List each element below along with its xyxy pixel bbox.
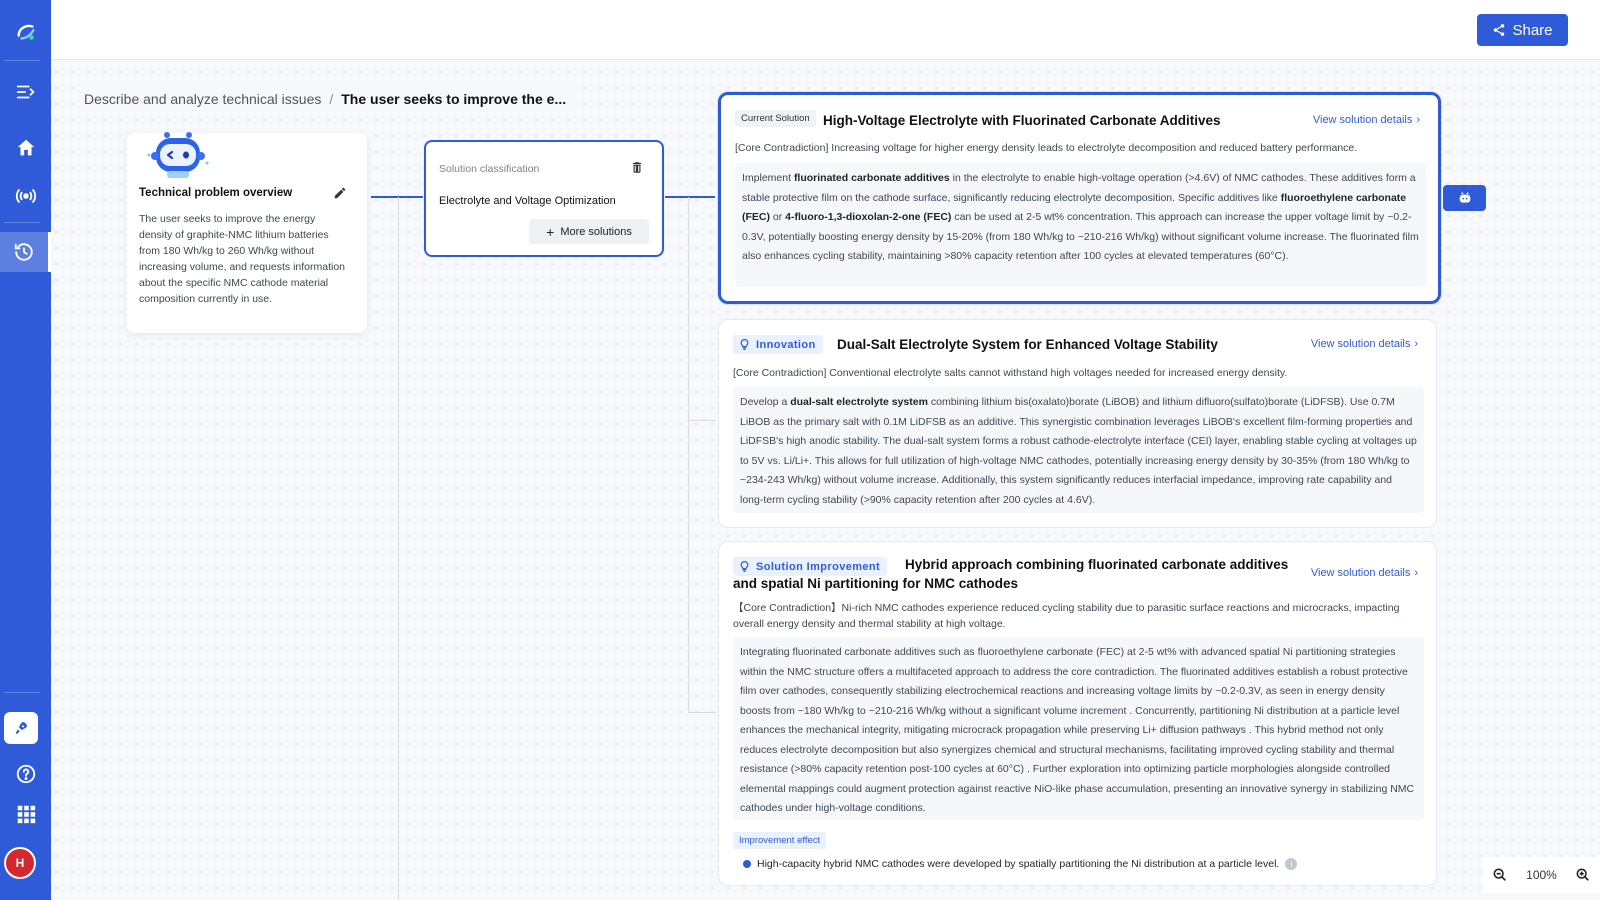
- more-solutions-label: More solutions: [560, 226, 632, 238]
- badge-label: Innovation: [756, 339, 816, 351]
- robot-mascot-icon: [143, 129, 211, 181]
- more-solutions-button[interactable]: + More solutions: [529, 219, 649, 244]
- sidebar-divider: [4, 692, 40, 693]
- share-icon: [1492, 23, 1506, 37]
- chevron-right-icon: ›: [1416, 114, 1420, 126]
- solution-title: Dual-Salt Electrolyte System for Enhance…: [837, 335, 1218, 354]
- ai-assistant-button[interactable]: [1443, 185, 1486, 211]
- tree-line: [398, 197, 399, 900]
- improvement-effect-item: High-capacity hybrid NMC cathodes were d…: [743, 858, 1297, 870]
- apps-grid-icon[interactable]: [0, 794, 51, 834]
- sidebar: H: [0, 0, 51, 900]
- tree-branch: [688, 712, 716, 713]
- view-solution-details-link[interactable]: View solution details ›: [1311, 338, 1418, 350]
- innovation-badge: Innovation: [733, 335, 823, 354]
- reference-icon[interactable]: i: [1285, 858, 1297, 870]
- current-solution-tag: Current Solution: [735, 110, 816, 127]
- zoom-controls: 100%: [1483, 857, 1600, 893]
- collapse-menu-icon[interactable]: [0, 72, 51, 112]
- breadcrumb-current: The user seeks to improve the e...: [341, 91, 566, 107]
- view-details-label: View solution details: [1311, 338, 1410, 350]
- trash-icon[interactable]: [630, 160, 644, 175]
- solution-card-improvement[interactable]: Solution Improvement Hybrid approach com…: [718, 541, 1437, 886]
- core-contradiction: [Core Contradiction] Increasing voltage …: [735, 140, 1425, 156]
- chevron-right-icon: ›: [1414, 567, 1418, 579]
- tree-line: [688, 197, 689, 712]
- view-details-label: View solution details: [1311, 567, 1410, 579]
- plus-icon: +: [546, 227, 554, 237]
- top-bar: Share: [51, 0, 1600, 60]
- classification-label: Solution classification: [439, 163, 539, 175]
- overview-title: Technical problem overview: [139, 187, 292, 199]
- solution-title: Hybrid approach combining fluorinated ca…: [733, 555, 1303, 593]
- broadcast-icon[interactable]: [0, 176, 51, 216]
- connector-line: [371, 196, 423, 198]
- robot-icon: [1457, 190, 1473, 206]
- effect-text: High-capacity hybrid NMC cathodes were d…: [757, 858, 1279, 870]
- home-icon[interactable]: [0, 128, 51, 168]
- solution-title: High-Voltage Electrolyte with Fluorinate…: [823, 111, 1221, 130]
- connector-line: [665, 196, 715, 198]
- breadcrumb-parent[interactable]: Describe and analyze technical issues: [84, 91, 321, 107]
- history-icon[interactable]: [0, 232, 51, 272]
- share-label: Share: [1512, 22, 1552, 39]
- solution-classification-card[interactable]: Solution classification Electrolyte and …: [424, 140, 664, 257]
- view-details-label: View solution details: [1313, 114, 1412, 126]
- user-avatar[interactable]: H: [4, 847, 36, 879]
- bullet-dot: [743, 860, 751, 868]
- sidebar-divider: [4, 60, 40, 61]
- zoom-in-icon[interactable]: [1575, 867, 1591, 883]
- zoom-out-icon[interactable]: [1492, 867, 1508, 883]
- improvement-effect-tag: Improvement effect: [733, 832, 826, 849]
- tree-branch: [688, 420, 716, 421]
- rocket-icon[interactable]: [4, 712, 38, 744]
- classification-value: Electrolyte and Voltage Optimization: [439, 195, 616, 207]
- solution-body: Integrating fluorinated carbonate additi…: [733, 637, 1424, 820]
- chevron-right-icon: ›: [1414, 338, 1418, 350]
- app-logo-icon[interactable]: [0, 12, 51, 52]
- view-solution-details-link[interactable]: View solution details ›: [1313, 114, 1420, 126]
- solution-card-current[interactable]: Current Solution High-Voltage Electrolyt…: [718, 92, 1441, 304]
- solution-card-innovation[interactable]: Innovation Dual-Salt Electrolyte System …: [718, 319, 1437, 528]
- view-solution-details-link[interactable]: View solution details ›: [1311, 567, 1418, 579]
- help-icon[interactable]: [0, 754, 51, 794]
- core-contradiction: 【Core Contradiction】Ni-rich NMC cathodes…: [733, 600, 1413, 632]
- sidebar-divider: [4, 222, 40, 223]
- share-button[interactable]: Share: [1477, 14, 1568, 46]
- overview-description: The user seeks to improve the energy den…: [139, 211, 349, 307]
- solution-body: Implement fluorinated carbonate additive…: [735, 163, 1426, 287]
- zoom-level: 100%: [1526, 868, 1557, 882]
- technical-overview-card[interactable]: Technical problem overview The user seek…: [127, 133, 367, 333]
- lightbulb-icon: [738, 338, 751, 351]
- edit-icon[interactable]: [333, 186, 347, 200]
- breadcrumb-separator: /: [329, 91, 333, 107]
- core-contradiction: [Core Contradiction] Conventional electr…: [733, 365, 1423, 381]
- breadcrumb: Describe and analyze technical issues / …: [76, 84, 574, 114]
- solution-body: Develop a dual-salt electrolyte system c…: [733, 387, 1424, 513]
